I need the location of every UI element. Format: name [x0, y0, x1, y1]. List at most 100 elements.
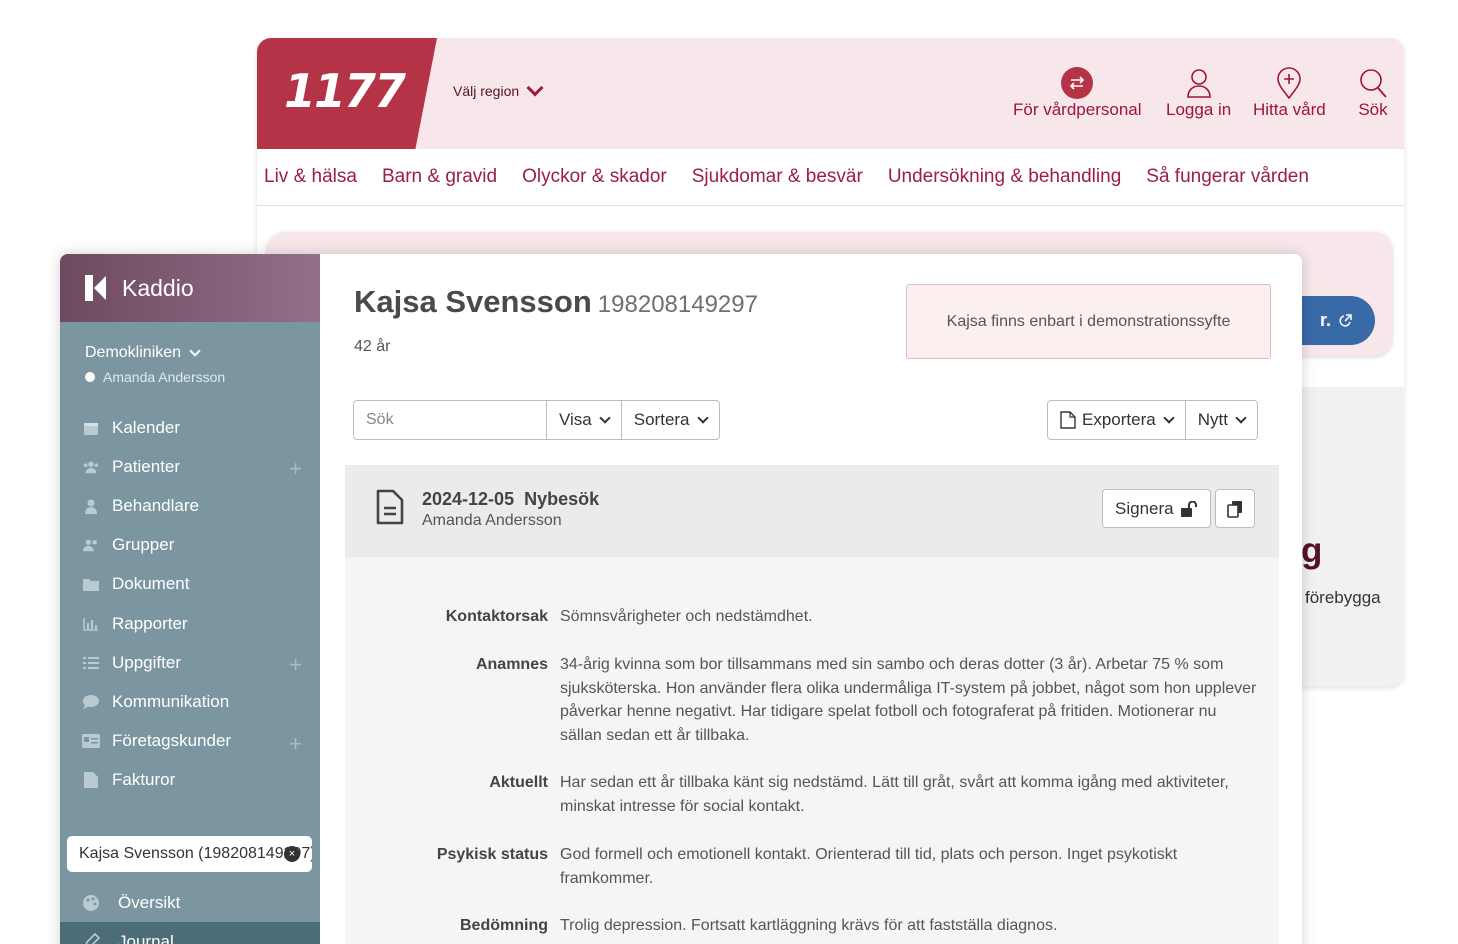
card-icon [82, 732, 100, 750]
field-aktuellt: Aktuellt Har sedan ett år tillbaka känt … [345, 771, 1279, 818]
add-company-button[interactable]: + [289, 731, 302, 757]
search-icon [1358, 66, 1388, 100]
sidebar-item-fakturor[interactable]: Fakturor [60, 761, 320, 800]
sidebar-item-label: Kalender [112, 417, 181, 437]
search-input[interactable]: Sök [354, 401, 547, 439]
nav-for-vardpersonal[interactable]: För vårdpersonal [1013, 66, 1142, 120]
entry-title: 2024-12-05 Nybesök [422, 489, 599, 510]
entry-type: Nybesök [524, 489, 600, 509]
region-selector[interactable]: Välj region [453, 79, 544, 99]
sidebar-nav: Kalender Patienter + Behandlare Grupper [60, 408, 320, 800]
field-label: Anamnes [475, 656, 548, 673]
menu-item[interactable]: Olyckor & skador [522, 166, 667, 188]
sidebar: Kaddio Demokliniken Amanda Andersson Kal… [60, 254, 320, 944]
sidebar-item-label: Behandlare [112, 495, 199, 515]
nav-hitta-vard[interactable]: Hitta vård [1253, 66, 1326, 120]
clinic-name: Demokliniken [85, 344, 182, 361]
sidebar-item-grupper[interactable]: Grupper [60, 526, 320, 565]
sidebar-item-label: Grupper [112, 535, 175, 555]
sidebar-item-uppgifter[interactable]: Uppgifter + [60, 643, 320, 682]
sidebar-item-label: Fakturor [112, 770, 176, 790]
exportera-dropdown[interactable]: Exportera [1048, 401, 1185, 439]
chart-icon [82, 615, 100, 633]
sidebar-item-behandlare[interactable]: Behandlare [60, 486, 320, 525]
chevron-down-icon [1163, 412, 1175, 424]
close-icon[interactable]: × [284, 846, 300, 862]
sortera-label: Sortera [633, 410, 690, 429]
active-patient-chip[interactable]: Kajsa Svensson (198208149297) × [67, 836, 312, 872]
field-value: God formell och emotionell kontakt. Orie… [560, 846, 1178, 887]
sidebar-item-kommunikation[interactable]: Kommunikation [60, 682, 320, 721]
site-1177-logo-block[interactable]: 1177 [257, 38, 437, 149]
login-user-icon [1185, 66, 1213, 100]
patient-id: 198208149297 [597, 291, 758, 318]
sign-button[interactable]: Signera [1102, 489, 1211, 528]
copy-button[interactable] [1215, 489, 1255, 528]
nav-label: Hitta vård [1253, 100, 1326, 119]
sidebar-item-patienter[interactable]: Patienter + [60, 447, 320, 486]
pdf-file-icon [1060, 411, 1076, 429]
kaddio-logo-icon [85, 275, 106, 301]
chat-icon [82, 693, 100, 711]
journal-entry-header: 2024-12-05 Nybesök Amanda Andersson Sign… [345, 465, 1279, 557]
active-patient-label: Kajsa Svensson (198208149297) [79, 845, 312, 862]
sidebar-item-label: Översikt [118, 892, 181, 912]
region-label: Välj region [453, 83, 520, 99]
journal-entry-body: Kontaktorsak Sömnsvårigheter och nedstäm… [345, 557, 1279, 944]
export-toolbar: Exportera Nytt [1047, 400, 1258, 440]
entry-author: Amanda Andersson [422, 512, 562, 529]
user-name: Amanda Andersson [103, 369, 226, 385]
sidebar-item-oversikt[interactable]: Översikt [60, 883, 320, 922]
location-pin-icon [1276, 66, 1302, 100]
sortera-dropdown[interactable]: Sortera [620, 401, 719, 439]
menu-item[interactable]: Så fungerar vården [1146, 166, 1309, 188]
field-value: Har sedan ett år tillbaka känt sig nedst… [560, 774, 1229, 815]
sidebar-item-label: Kommunikation [112, 691, 230, 711]
nytt-dropdown[interactable]: Nytt [1184, 401, 1257, 439]
patient-name: Kajsa Svensson [354, 284, 592, 319]
sidebar-item-label: Dokument [112, 574, 190, 594]
section-heading-fragment: g [1301, 531, 1323, 570]
menu-item[interactable]: Sjukdomar & besvär [692, 166, 863, 188]
sidebar-item-label: Journal [118, 931, 174, 944]
sidebar-item-rapporter[interactable]: Rapporter [60, 604, 320, 643]
section-text-fragment: förebygga [1305, 588, 1381, 607]
nav-sok[interactable]: Sök [1358, 66, 1388, 120]
add-task-button[interactable]: + [289, 652, 302, 678]
journal-toolbar: Sök Visa Sortera [353, 400, 720, 440]
entry-date: 2024-12-05 [422, 489, 515, 509]
screenshot-stage: 1177 Välj region För vårdpersonal Logga … [0, 0, 1458, 944]
unlock-icon [1180, 500, 1197, 517]
file-icon [82, 771, 100, 789]
sidebar-item-label: Rapporter [112, 613, 188, 633]
field-value: 34-årig kvinna som bor tillsammans med s… [560, 656, 1257, 744]
nytt-label: Nytt [1197, 410, 1228, 429]
palette-icon [82, 894, 100, 912]
menu-item[interactable]: Undersökning & behandling [888, 166, 1121, 188]
sidebar-item-kalender[interactable]: Kalender [60, 408, 320, 447]
add-patient-button[interactable]: + [289, 456, 302, 482]
sidebar-item-dokument[interactable]: Dokument [60, 565, 320, 604]
sidebar-header: Kaddio [60, 254, 320, 322]
sidebar-item-journal[interactable]: Journal [60, 922, 320, 944]
menu-item[interactable]: Liv & hälsa [264, 166, 357, 188]
nav-label: För vårdpersonal [1013, 100, 1142, 119]
list-icon [82, 654, 100, 672]
clinic-selector[interactable]: Demokliniken [85, 344, 201, 362]
status-dot-icon [85, 372, 95, 382]
chevron-down-icon [1235, 412, 1247, 424]
pen-icon [82, 932, 100, 944]
card-button-label: r. [1319, 310, 1331, 330]
nav-logga-in[interactable]: Logga in [1166, 66, 1231, 120]
group-icon [82, 536, 100, 554]
main-panel: Kajsa Svensson 198208149297 42 år Kajsa f… [320, 254, 1302, 944]
exportera-label: Exportera [1082, 410, 1156, 429]
field-value: Trolig depression. Fortsatt kartläggning… [560, 917, 1058, 934]
visa-dropdown[interactable]: Visa [547, 401, 621, 439]
field-label: Aktuellt [489, 774, 548, 791]
patient-age: 42 år [354, 338, 391, 355]
patient-header: Kajsa Svensson 198208149297 [354, 284, 758, 320]
nav-label: Sök [1358, 100, 1388, 119]
menu-item[interactable]: Barn & gravid [382, 166, 497, 188]
sidebar-item-foretagskunder[interactable]: Företagskunder + [60, 722, 320, 761]
